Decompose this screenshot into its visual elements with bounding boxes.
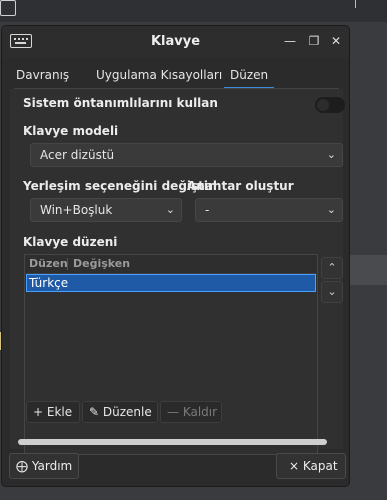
tab-label: Davranış [16,68,70,82]
help-label: Yardım [31,459,73,473]
move-up-button[interactable]: ⌃ [321,257,343,279]
chevron-down-icon: ⌄ [165,203,175,216]
move-down-button[interactable]: ⌄ [321,281,343,303]
switch-layout-label: Yerleşim seçeneğini değiştir [23,179,214,193]
keyboard-settings-window: Klavye — ❐ ✕ Davranış Uygulama Kısayolla… [1,25,350,487]
use-defaults-label: Sistem öntanımlılarını kullan [23,96,218,110]
keyboard-layout-label: Klavye düzeni [23,235,118,249]
tab-label: Uygulama Kısayolları [96,68,223,82]
remove-layout-button[interactable]: — Kaldır [160,401,222,423]
minimize-button[interactable]: — [282,33,298,49]
switch-layout-value: Win+Boşluk [40,203,113,217]
chevron-down-icon: ⌄ [326,203,336,216]
close-icon: × [289,459,300,473]
layout-name: Türkçe [29,276,69,290]
tab-label: Düzen [230,68,269,82]
tab-behavior[interactable]: Davranış [16,64,69,88]
close-window-button[interactable]: ✕ [328,33,344,49]
add-layout-button[interactable]: + Ekle [26,401,80,423]
desktop-panel [0,0,387,22]
column-header-variant[interactable]: Değişken [73,257,130,270]
column-separator [67,258,68,270]
desktop-icon [0,0,16,16]
compose-key-label: Anahtar oluştur [187,179,294,193]
maximize-button[interactable]: ❐ [306,33,322,49]
remove-label: Kaldır [182,405,218,419]
use-defaults-toggle[interactable] [315,97,345,113]
add-label: Ekle [46,405,73,419]
layout-list: Düzen Değişken Türkçe [24,254,318,455]
edit-label: Düzenle [102,405,152,419]
plus-icon: + [33,405,44,419]
compose-key-value: - [205,203,210,217]
chevron-down-icon: ⌄ [326,148,336,161]
keyboard-model-value: Acer dizüstü [40,148,115,162]
close-label: Kapat [302,459,338,473]
list-item[interactable]: Türkçe [26,274,316,292]
keyboard-model-select[interactable]: Acer dizüstü ⌄ [30,143,343,167]
minus-icon: — [167,405,179,419]
column-header-layout[interactable]: Düzen [29,257,68,270]
title-bar[interactable]: Klavye — ❐ ✕ [2,26,349,58]
tab-shortcuts[interactable]: Uygulama Kısayolları [96,64,222,88]
switch-layout-select[interactable]: Win+Boşluk ⌄ [30,198,182,222]
desktop-divider [355,0,356,8]
horizontal-scrollbar[interactable] [18,439,327,445]
compose-key-select[interactable]: - ⌄ [195,198,343,222]
keyboard-model-label: Klavye modeli [23,124,119,138]
tab-layout[interactable]: Düzen [223,64,275,89]
lifebuoy-icon: ⨁ [16,459,28,473]
help-button[interactable]: ⨁ Yardım [9,453,79,479]
list-header: Düzen Değişken [25,255,317,274]
edit-layout-button[interactable]: ✎ Düzenle [82,401,158,423]
close-button[interactable]: × Kapat [276,453,346,479]
pencil-icon: ✎ [89,405,100,419]
